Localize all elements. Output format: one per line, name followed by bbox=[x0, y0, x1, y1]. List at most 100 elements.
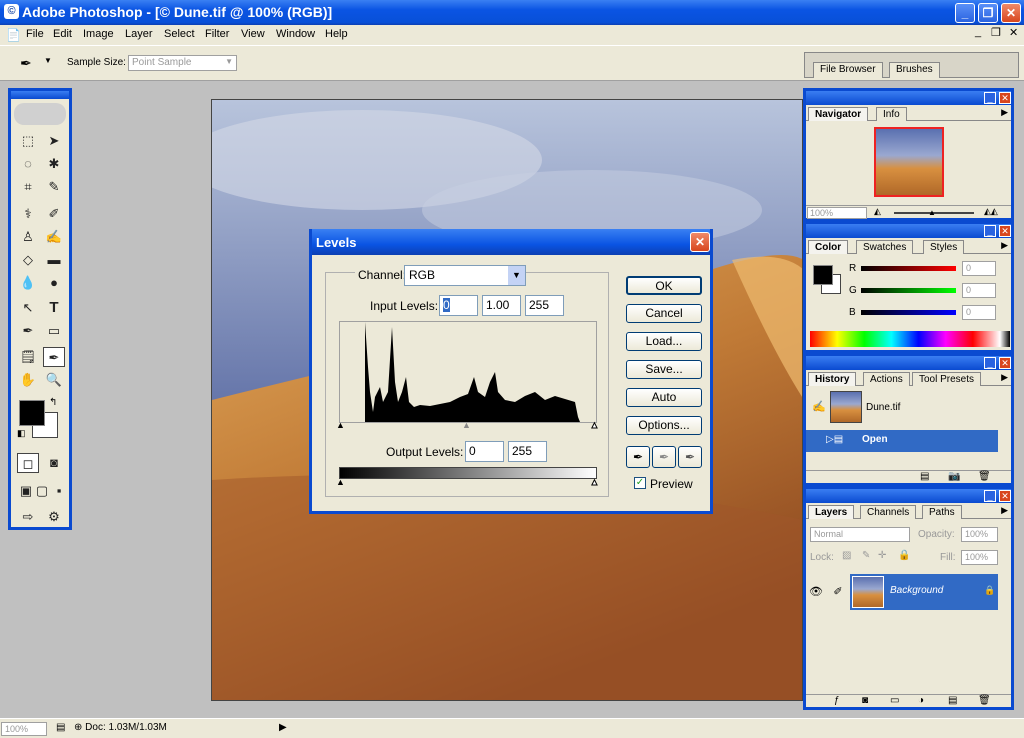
ok-button[interactable]: OK bbox=[626, 276, 702, 295]
path-selection-icon[interactable]: ↖ bbox=[17, 298, 39, 318]
foreground-color-swatch[interactable] bbox=[19, 400, 45, 426]
doc-minimize-icon[interactable]: _ bbox=[975, 26, 981, 38]
minimize-button[interactable]: _ bbox=[955, 3, 975, 23]
status-menu-icon[interactable]: ▶ bbox=[279, 722, 287, 733]
channel-select[interactable]: RGB ▼ bbox=[404, 265, 526, 286]
output-white-field[interactable]: 255 bbox=[508, 441, 547, 462]
lock-all-icon[interactable]: 🔒 bbox=[898, 550, 910, 561]
crop-icon[interactable]: ⌗ bbox=[17, 177, 39, 197]
panel-menu-icon[interactable]: ▶ bbox=[1001, 107, 1008, 118]
r-slider[interactable] bbox=[861, 266, 956, 271]
layers-header[interactable]: _ ✕ bbox=[806, 489, 1011, 503]
screen-mode-full-icon[interactable]: ▪ bbox=[48, 481, 70, 501]
close-button[interactable]: ✕ bbox=[1001, 3, 1021, 23]
lock-image-icon[interactable]: ✎ bbox=[862, 550, 870, 561]
layer-style-icon[interactable]: ƒ bbox=[834, 695, 840, 706]
gradient-icon[interactable]: ▬ bbox=[43, 250, 65, 270]
menu-window[interactable]: Window bbox=[276, 28, 315, 40]
menu-layer[interactable]: Layer bbox=[125, 28, 153, 40]
gamma-input-slider[interactable]: ▲ bbox=[462, 420, 471, 430]
history-brush-source-icon[interactable]: ✍ bbox=[812, 400, 826, 413]
close-icon[interactable]: ✕ bbox=[999, 357, 1011, 369]
options-button[interactable]: Options... bbox=[626, 416, 702, 435]
status-zoom-field[interactable]: 100% bbox=[1, 722, 47, 736]
magic-wand-icon[interactable]: ✱ bbox=[43, 154, 65, 174]
notes-icon[interactable]: 🗒 bbox=[17, 347, 39, 367]
gray-eyedropper-icon[interactable]: ✒ bbox=[652, 446, 676, 468]
tab-layers[interactable]: Layers bbox=[808, 505, 855, 519]
r-field[interactable]: 0 bbox=[962, 261, 996, 276]
color-ramp[interactable] bbox=[810, 331, 1010, 347]
layer-row-background[interactable]: 👁 ✐ Background 🔒 bbox=[806, 574, 998, 610]
new-group-icon[interactable]: ▭ bbox=[890, 695, 899, 706]
trash-icon[interactable]: 🗑 bbox=[978, 471, 991, 482]
menu-view[interactable]: View bbox=[241, 28, 265, 40]
minimize-icon[interactable]: _ bbox=[984, 225, 996, 237]
quick-mask-icon[interactable]: ◙ bbox=[43, 453, 65, 473]
preview-checkbox[interactable]: ✓ bbox=[634, 477, 646, 489]
jump-to-imageready-icon[interactable]: ⇨ bbox=[17, 507, 39, 527]
minimize-icon[interactable]: _ bbox=[984, 357, 996, 369]
load-button[interactable]: Load... bbox=[626, 332, 702, 351]
cancel-button[interactable]: Cancel bbox=[626, 304, 702, 323]
adjustment-layer-icon[interactable]: ◑ bbox=[918, 695, 924, 706]
color-header[interactable]: _ ✕ bbox=[806, 224, 1011, 238]
tab-styles[interactable]: Styles bbox=[923, 240, 965, 254]
input-white-field[interactable]: 255 bbox=[525, 295, 564, 316]
doc-close-icon[interactable]: ✕ bbox=[1009, 26, 1018, 39]
default-colors-icon[interactable]: ◧ bbox=[17, 428, 26, 439]
doc-icon[interactable]: 📄 bbox=[6, 28, 21, 42]
b-field[interactable]: 0 bbox=[962, 305, 996, 320]
opacity-field[interactable]: 100% bbox=[961, 527, 998, 542]
close-icon[interactable]: ✕ bbox=[999, 490, 1011, 502]
menu-image[interactable]: Image bbox=[83, 28, 114, 40]
zoom-icon[interactable]: 🔍 bbox=[43, 370, 65, 390]
menu-filter[interactable]: Filter bbox=[205, 28, 229, 40]
marquee-icon[interactable]: ⬚ bbox=[17, 131, 39, 151]
zoom-in-icon[interactable]: ◭◭ bbox=[984, 206, 998, 217]
output-black-field[interactable]: 0 bbox=[465, 441, 504, 462]
eyedropper-tool-icon[interactable]: ✒ bbox=[20, 55, 32, 72]
white-eyedropper-icon[interactable]: ✒ bbox=[678, 446, 702, 468]
hand-icon[interactable]: ✋ bbox=[17, 370, 39, 390]
navigator-zoom-field[interactable]: 100% bbox=[807, 207, 867, 219]
doc-restore-icon[interactable]: ❐ bbox=[991, 26, 1001, 39]
trash-icon[interactable]: 🗑 bbox=[978, 695, 991, 706]
white-input-slider[interactable]: ▲ bbox=[590, 420, 600, 431]
tab-tool-presets[interactable]: Tool Presets bbox=[912, 372, 982, 386]
tab-actions[interactable]: Actions bbox=[863, 372, 910, 386]
lock-position-icon[interactable]: ✛ bbox=[878, 550, 886, 561]
tab-history[interactable]: History bbox=[808, 372, 857, 386]
history-header[interactable]: _ ✕ bbox=[806, 356, 1011, 370]
menu-select[interactable]: Select bbox=[164, 28, 195, 40]
type-icon[interactable]: T bbox=[43, 298, 65, 318]
panel-menu-icon[interactable]: ▶ bbox=[1001, 372, 1008, 383]
photoshop-logo[interactable] bbox=[14, 103, 66, 125]
tab-paths[interactable]: Paths bbox=[922, 505, 962, 519]
brush-link-icon[interactable]: ✐ bbox=[826, 574, 850, 610]
menu-edit[interactable]: Edit bbox=[53, 28, 72, 40]
panel-menu-icon[interactable]: ▶ bbox=[1001, 240, 1008, 251]
input-black-field[interactable]: 0 bbox=[439, 295, 478, 316]
healing-brush-icon[interactable]: ⚕ bbox=[17, 204, 39, 224]
navigator-header[interactable]: _ ✕ bbox=[806, 91, 1011, 105]
input-gamma-field[interactable]: 1.00 bbox=[482, 295, 521, 316]
pen-icon[interactable]: ✒ bbox=[17, 321, 39, 341]
zoom-slider-thumb[interactable]: ▲ bbox=[928, 208, 936, 217]
chevron-down-icon[interactable]: ▼ bbox=[44, 56, 52, 65]
menu-file[interactable]: File bbox=[26, 28, 44, 40]
new-layer-icon[interactable]: ▤ bbox=[948, 695, 957, 706]
eraser-icon[interactable]: ◇ bbox=[17, 250, 39, 270]
white-output-slider[interactable]: ▲ bbox=[590, 477, 600, 488]
close-icon[interactable]: ✕ bbox=[999, 92, 1011, 104]
sample-size-select[interactable]: Point Sample ▼ bbox=[128, 55, 237, 71]
document-icon[interactable]: ▤ bbox=[56, 722, 65, 733]
menu-help[interactable]: Help bbox=[325, 28, 348, 40]
new-document-icon[interactable]: ▤ bbox=[920, 471, 929, 482]
clone-stamp-icon[interactable]: ♙ bbox=[17, 227, 39, 247]
fill-field[interactable]: 100% bbox=[961, 550, 998, 565]
eyedropper-icon[interactable]: ✒ bbox=[43, 347, 65, 367]
tab-file-browser[interactable]: File Browser bbox=[813, 62, 883, 78]
close-icon[interactable]: ✕ bbox=[999, 225, 1011, 237]
g-slider[interactable] bbox=[861, 288, 956, 293]
